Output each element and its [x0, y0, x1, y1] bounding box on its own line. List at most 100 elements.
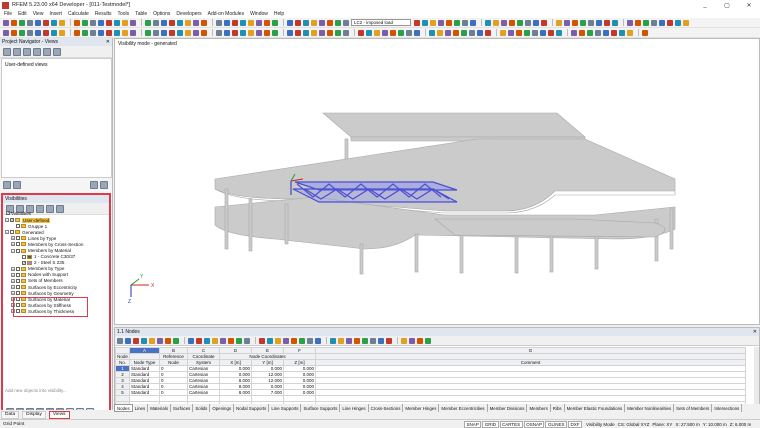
view-tool-icon[interactable]	[248, 29, 254, 36]
view-tool-icon[interactable]	[579, 29, 585, 36]
view-tool-icon[interactable]	[19, 29, 25, 36]
view-tool-icon[interactable]	[335, 29, 341, 36]
view-tool-icon[interactable]	[508, 29, 514, 36]
view-tool-icon[interactable]	[343, 29, 349, 36]
expand-icon[interactable]: −	[11, 248, 15, 253]
table-tool-icon[interactable]	[228, 337, 234, 344]
tree-checkbox[interactable]	[16, 285, 20, 290]
menu-item-edit[interactable]: Edit	[18, 11, 27, 17]
model-3d-drawing[interactable]: X Y Z	[115, 39, 760, 326]
view-tool-icon[interactable]	[43, 29, 49, 36]
view-tool-icon[interactable]	[485, 29, 491, 36]
view-tool-icon[interactable]	[619, 29, 625, 36]
table-tab-materials[interactable]: Materials	[148, 404, 172, 412]
menu-item-insert[interactable]: Insert	[49, 11, 62, 17]
view-tool-icon[interactable]	[611, 29, 617, 36]
view-tool-icon[interactable]	[177, 29, 183, 36]
main-tool-icon[interactable]	[667, 19, 673, 26]
menu-item-help[interactable]: Help	[274, 11, 284, 17]
view-tool-icon[interactable]	[477, 29, 483, 36]
table-tool-icon[interactable]	[417, 337, 423, 344]
main-tool-icon[interactable]	[27, 19, 33, 26]
view-tool-icon[interactable]	[453, 29, 459, 36]
table-tool-icon[interactable]	[378, 337, 384, 344]
table-tab-ribs[interactable]: Ribs	[551, 404, 565, 412]
view-tool-icon[interactable]	[390, 29, 396, 36]
main-tool-icon[interactable]	[3, 19, 9, 26]
main-tool-icon[interactable]	[264, 19, 270, 26]
main-tool-icon[interactable]	[43, 19, 49, 26]
view-tool-icon[interactable]	[224, 29, 230, 36]
model-view[interactable]: Visibility mode - generated X Y Z	[114, 38, 760, 325]
tree-checkbox[interactable]	[16, 278, 20, 283]
tree-checkbox[interactable]	[22, 254, 26, 259]
main-tool-icon[interactable]	[517, 19, 523, 26]
table-tab-sets-of-members[interactable]: Sets of Members	[674, 404, 713, 412]
table-tab-openings[interactable]: Openings	[210, 404, 235, 412]
table-tool-icon[interactable]	[330, 337, 336, 344]
main-tool-icon[interactable]	[272, 19, 278, 26]
main-tool-icon[interactable]	[295, 19, 301, 26]
view-tool-icon[interactable]	[153, 29, 159, 36]
table-tool-icon[interactable]	[409, 337, 415, 344]
main-tool-icon[interactable]	[541, 19, 547, 26]
table-tool-icon[interactable]	[425, 337, 431, 344]
visibility-refresh-icon[interactable]	[56, 204, 64, 213]
table-tool-icon[interactable]	[196, 337, 202, 344]
main-tool-icon[interactable]	[446, 19, 452, 26]
main-tool-icon[interactable]	[430, 19, 436, 26]
table-tool-icon[interactable]	[259, 337, 265, 344]
main-tool-icon[interactable]	[501, 19, 507, 26]
main-tool-icon[interactable]	[454, 19, 460, 26]
expand-icon[interactable]: +	[11, 242, 15, 247]
view-tool-icon[interactable]	[540, 29, 546, 36]
table-tab-member-divisions[interactable]: Member Divisions	[488, 404, 528, 412]
view-tool-icon[interactable]	[169, 29, 175, 36]
view-tool-icon[interactable]	[35, 29, 41, 36]
table-tool-icon[interactable]	[283, 337, 289, 344]
main-tool-icon[interactable]	[153, 19, 159, 26]
table-tab-member-elastic-foundations[interactable]: Member Elastic Foundations	[565, 404, 626, 412]
table-tool-icon[interactable]	[315, 337, 321, 344]
tree-checkbox[interactable]	[16, 266, 20, 271]
expand-icon[interactable]: +	[11, 278, 15, 283]
main-tool-icon[interactable]	[533, 19, 539, 26]
view-tool-icon[interactable]	[90, 29, 96, 36]
menu-item-results[interactable]: Results	[95, 11, 112, 17]
table-tab-member-hinges[interactable]: Member Hinges	[403, 404, 440, 412]
tree-checkbox[interactable]	[16, 291, 20, 296]
main-tool-icon[interactable]	[114, 19, 120, 26]
view-tool-icon[interactable]	[406, 29, 412, 36]
table-tab-nodal-supports[interactable]: Nodal Supports	[234, 404, 270, 412]
table-tool-icon[interactable]	[173, 337, 179, 344]
table-tool-icon[interactable]	[220, 337, 226, 344]
view-tool-icon[interactable]	[201, 29, 207, 36]
tree-checkbox[interactable]	[16, 248, 20, 253]
tab-views[interactable]: Views	[48, 410, 70, 419]
table-tool-icon[interactable]	[117, 337, 123, 344]
view-tool-icon[interactable]	[256, 29, 262, 36]
menu-item-file[interactable]: File	[4, 11, 12, 17]
tree-checkbox[interactable]: ✓	[10, 218, 14, 223]
main-tool-icon[interactable]	[130, 19, 136, 26]
view-tool-icon[interactable]	[327, 29, 333, 36]
expand-icon[interactable]: −	[5, 218, 9, 223]
menu-item-window[interactable]: Window	[250, 11, 268, 17]
view-tool-icon[interactable]	[445, 29, 451, 36]
table-tab-surface-supports[interactable]: Surface Supports	[301, 404, 341, 412]
main-tool-icon[interactable]	[612, 19, 618, 26]
main-tool-icon[interactable]	[35, 19, 41, 26]
main-tool-icon[interactable]	[335, 19, 341, 26]
table-tab-line-supports[interactable]: Line Supports	[269, 404, 302, 412]
main-tool-icon[interactable]	[659, 19, 665, 26]
status-toggle-snap[interactable]: SNAP	[464, 420, 482, 428]
main-tool-icon[interactable]	[240, 19, 246, 26]
load-case-select[interactable]: LC2 - imposed load	[351, 19, 411, 26]
table-tab-nodes[interactable]: Nodes	[114, 404, 133, 412]
view-tool-icon[interactable]	[627, 29, 633, 36]
main-tool-icon[interactable]	[185, 19, 191, 26]
view-tool-icon[interactable]	[122, 29, 128, 36]
menu-item-calculate[interactable]: Calculate	[68, 11, 89, 17]
menu-item-developers[interactable]: Developers	[176, 11, 201, 17]
main-tool-icon[interactable]	[635, 19, 641, 26]
